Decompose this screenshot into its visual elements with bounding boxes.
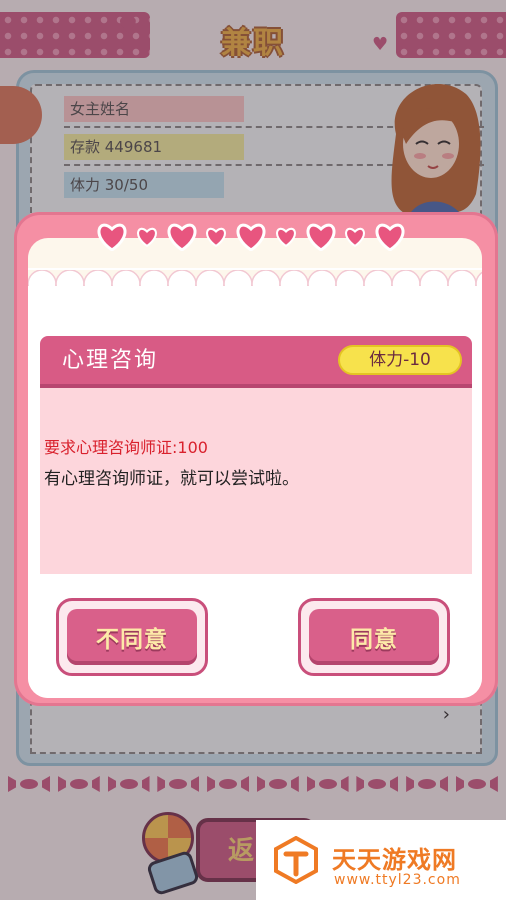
heart-icon — [205, 227, 227, 247]
disagree-button[interactable]: 不同意 — [56, 598, 208, 676]
heart-icon — [344, 227, 366, 247]
heart-icon — [136, 227, 158, 247]
requirement-text: 要求心理咨询师证:100 — [44, 438, 208, 457]
watermark-logo-icon — [274, 836, 318, 884]
heart-icon — [374, 223, 406, 251]
stamina-cost-badge: 体力-10 — [338, 345, 462, 375]
heart-icon — [96, 223, 128, 251]
heart-icon — [305, 223, 337, 251]
agree-button[interactable]: 同意 — [298, 598, 450, 676]
agree-button-label: 同意 — [350, 627, 398, 653]
dialog-title: 心理咨询 — [62, 348, 159, 373]
disagree-button-label: 不同意 — [96, 627, 168, 653]
scallop-edge — [28, 270, 482, 300]
watermark-brand: 天天游戏网 — [332, 846, 457, 874]
heart-icon — [235, 223, 267, 251]
disagree-button-face[interactable]: 不同意 — [67, 609, 197, 665]
heart-icon — [275, 227, 297, 247]
heart-garland — [96, 220, 406, 254]
heart-icon — [166, 223, 198, 251]
description-text: 有心理咨询师证，就可以尝试啦。 — [44, 469, 299, 489]
agree-button-face[interactable]: 同意 — [309, 609, 439, 665]
watermark-url: www.ttyl23.com — [334, 872, 461, 888]
